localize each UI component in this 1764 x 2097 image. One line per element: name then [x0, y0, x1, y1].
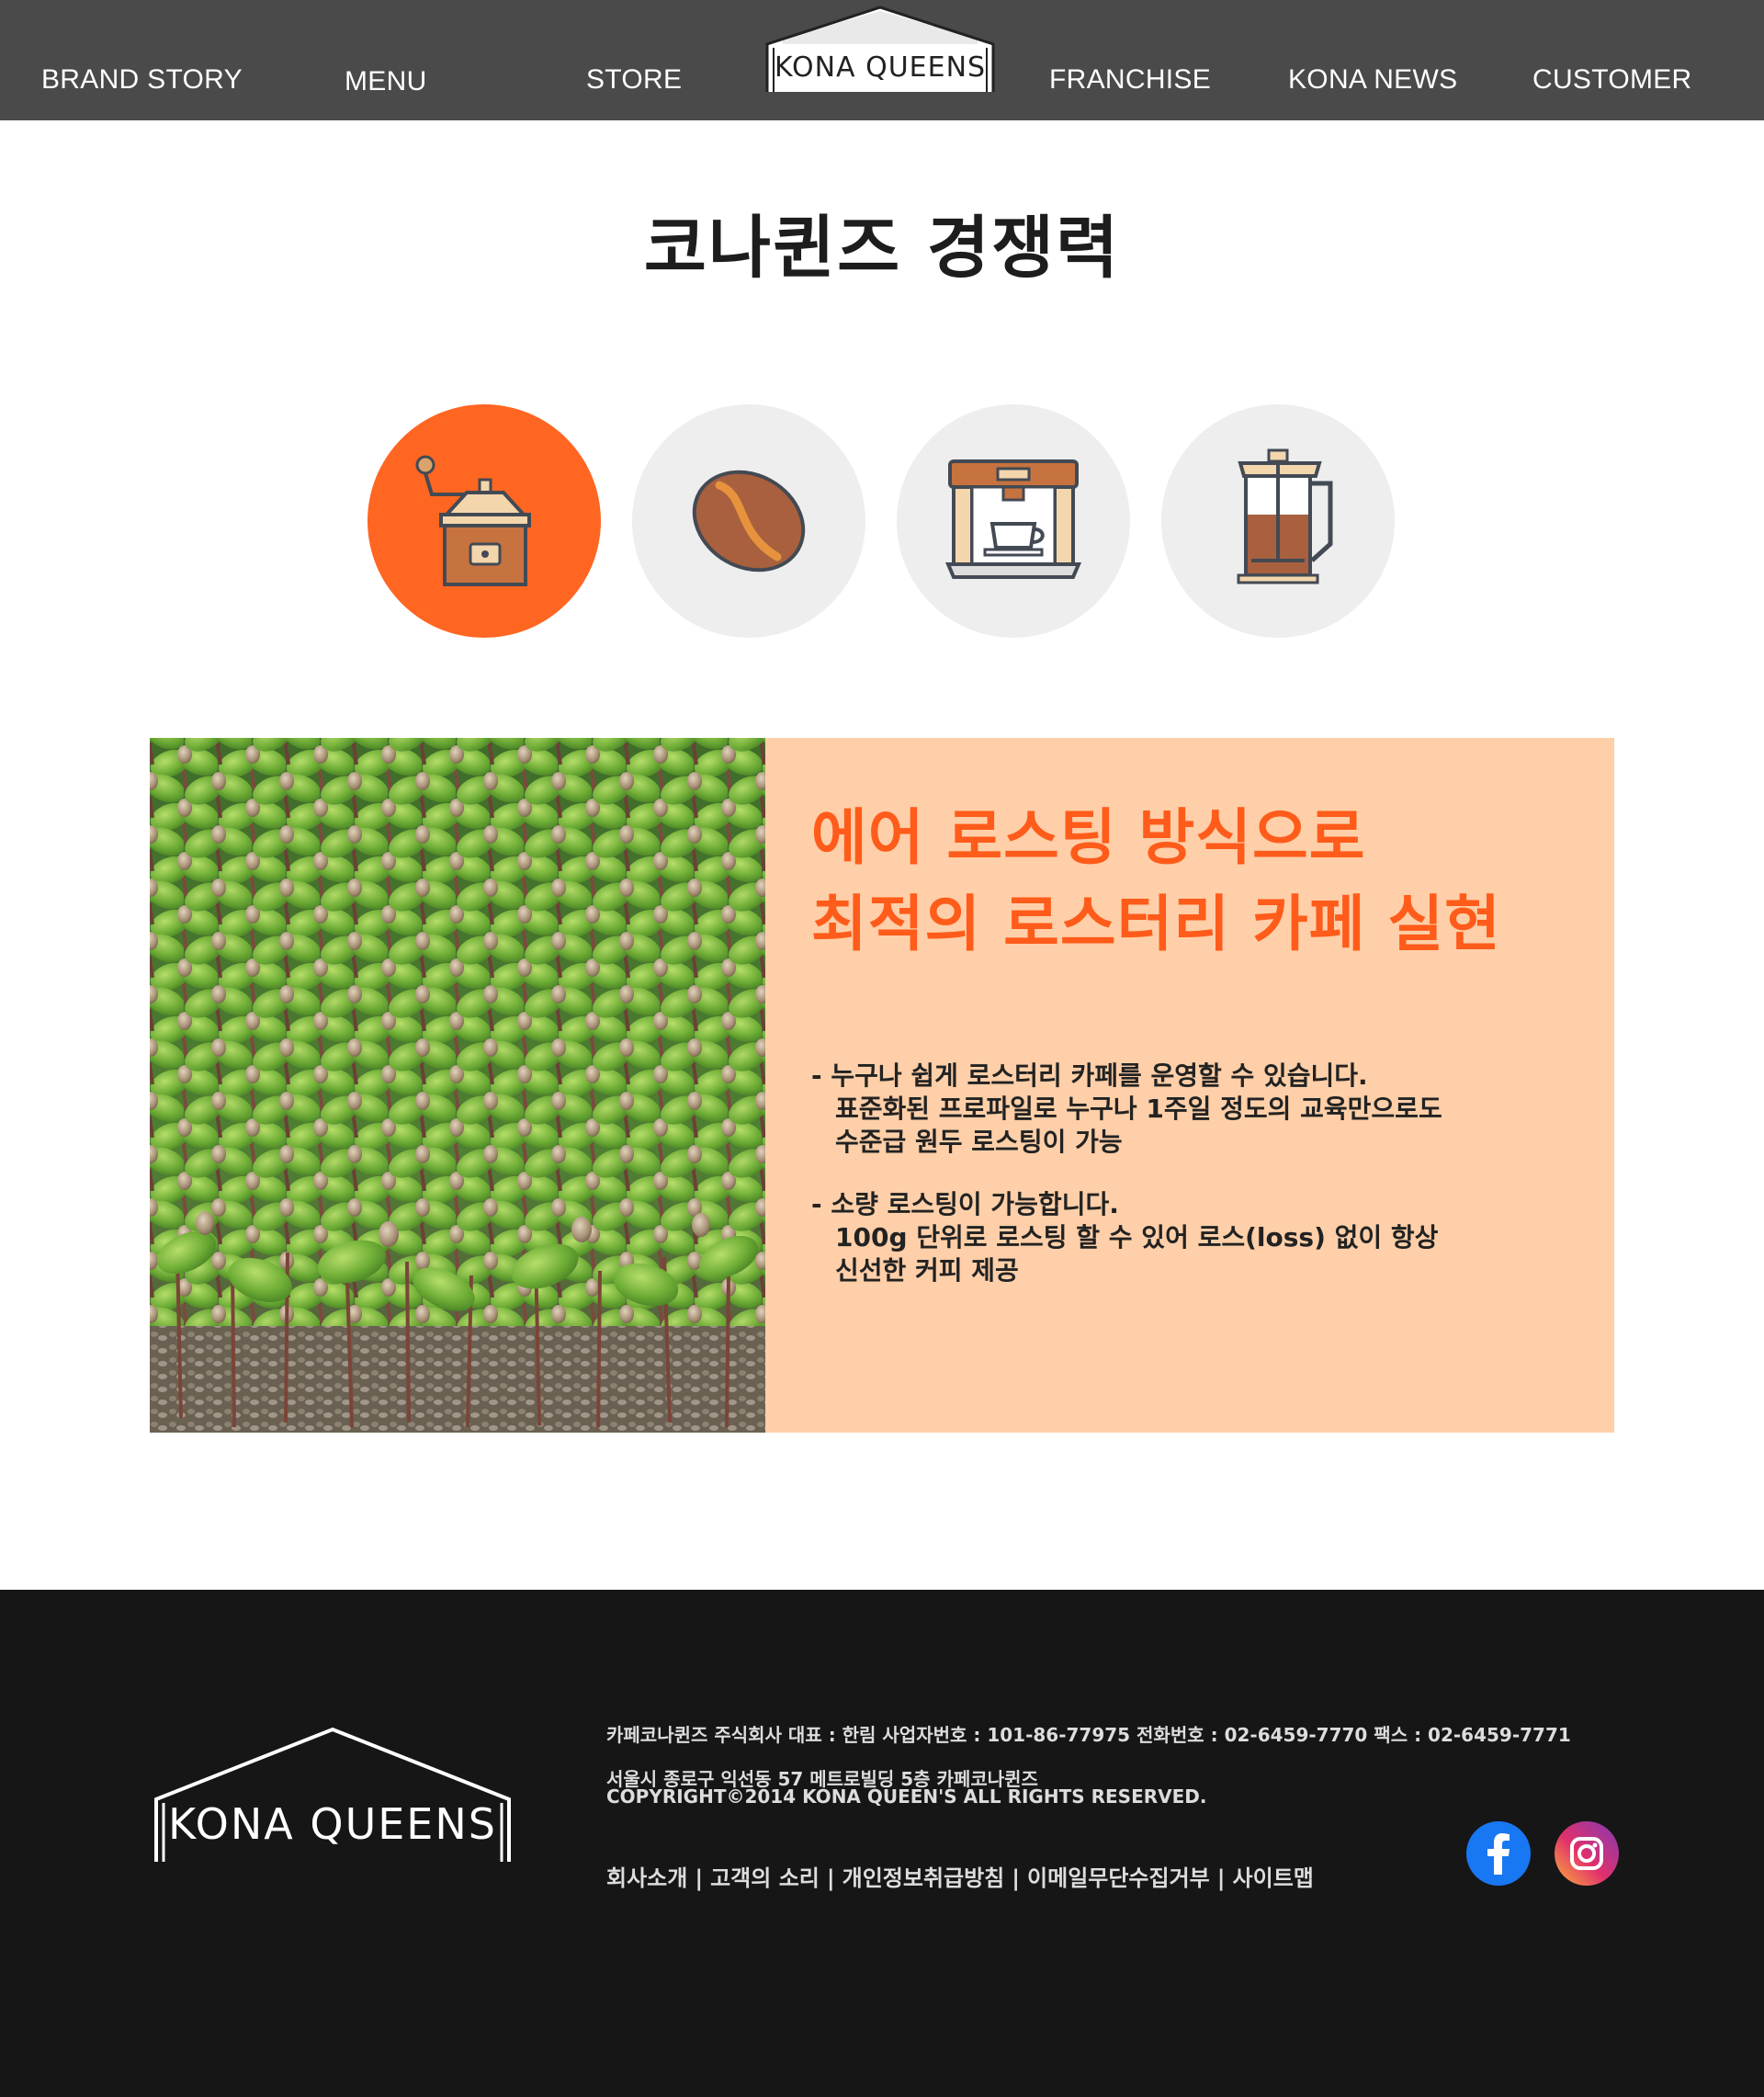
nav-item-franchise[interactable]: FRANCHISE: [1049, 64, 1211, 96]
nav-item-menu[interactable]: MENU: [345, 66, 427, 97]
bullet-1-line-2: 수준급 원두 로스팅이 가능: [835, 1127, 1123, 1157]
footer-logo[interactable]: KONA QUEENS: [153, 1726, 513, 1864]
tab-espresso-machine[interactable]: [897, 404, 1130, 638]
facebook-icon: [1466, 1821, 1531, 1886]
link-separator: |: [695, 1865, 704, 1891]
company-info: 카페코나퀸즈 주식회사 대표 : 한림 사업자번호 : 101-86-77975…: [606, 1724, 1571, 1746]
footer-logo-text: KONA QUEENS: [168, 1799, 497, 1849]
coffee-seedlings-photo: [150, 738, 765, 1433]
tab-french-press[interactable]: [1161, 404, 1395, 638]
footer-link-email-refusal[interactable]: 이메일무단수집거부: [1027, 1865, 1210, 1891]
coffee-grinder-icon: [415, 455, 531, 586]
bullet-1-heading: - 누구나 쉽게 로스터리 카페를 운영할 수 있습니다.: [811, 1060, 1368, 1091]
nav-logo-text: KONA QUEENS: [774, 51, 987, 84]
copyright-info: COPYRIGHT©2014 KONA QUEEN'S ALL RIGHTS R…: [606, 1785, 1207, 1808]
bullet-2-heading: - 소량 로스팅이 가능합니다.: [811, 1189, 1119, 1219]
bullet-2-line-2: 신선한 커피 제공: [835, 1255, 1019, 1286]
tab-coffee-bean[interactable]: [632, 404, 865, 638]
footer-link-sitemap[interactable]: 사이트맵: [1233, 1865, 1314, 1891]
coffee-seedlings-image: [150, 738, 765, 1433]
page-title: 코나퀸즈 경쟁력: [643, 209, 1121, 288]
footer-link-company[interactable]: 회사소개: [606, 1865, 687, 1891]
feature-bullet-2: - 소량 로스팅이 가능합니다. 100g 단위로 로스팅 할 수 있어 로스(…: [811, 1188, 1438, 1287]
nav-item-brand-story[interactable]: BRAND STORY: [41, 64, 243, 96]
coffee-bean-icon: [692, 470, 806, 572]
feature-headline: 에어 로스팅 방식으로 최적의 로스터리 카페 실현: [811, 795, 1501, 968]
footer-links: 회사소개 | 고객의 소리 | 개인정보취급방침 | 이메일무단수집거부 | 사이트맵: [606, 1860, 1314, 1892]
instagram-icon: [1555, 1821, 1619, 1886]
facebook-link[interactable]: [1466, 1821, 1531, 1886]
nav-item-customer[interactable]: CUSTOMER: [1532, 64, 1692, 96]
footer: KONA QUEENS 카페코나퀸즈 주식회사 대표 : 한림 사업자번호 : …: [0, 1590, 1764, 2097]
nav-item-store[interactable]: STORE: [586, 64, 682, 96]
footer-link-customer-voice[interactable]: 고객의 소리: [710, 1865, 820, 1891]
bullet-1-line-1: 표준화된 프로파일로 누구나 1주일 정도의 교육만으로도: [835, 1094, 1442, 1124]
french-press-icon: [1237, 448, 1333, 584]
link-separator: |: [1012, 1865, 1021, 1891]
tab-coffee-grinder[interactable]: [368, 404, 601, 638]
headline-line-1: 에어 로스팅 방식으로: [811, 802, 1366, 873]
nav-item-kona-news[interactable]: KONA NEWS: [1288, 64, 1457, 96]
top-navigation: BRAND STORY MENU STORE KONA QUEENS FRANC…: [0, 0, 1764, 120]
link-separator: |: [1216, 1865, 1226, 1891]
feature-panel: 에어 로스팅 방식으로 최적의 로스터리 카페 실현 - 누구나 쉽게 로스터리…: [765, 738, 1614, 1433]
nav-logo[interactable]: KONA QUEENS: [764, 6, 996, 97]
bullet-2-line-1: 100g 단위로 로스팅 할 수 있어 로스(loss) 없이 항상: [835, 1222, 1439, 1253]
footer-link-privacy[interactable]: 개인정보취급방침: [842, 1865, 1005, 1891]
link-separator: |: [826, 1865, 835, 1891]
espresso-machine-icon: [944, 459, 1082, 579]
feature-bullet-1: - 누구나 쉽게 로스터리 카페를 운영할 수 있습니다. 표준화된 프로파일로…: [811, 1060, 1442, 1159]
instagram-link[interactable]: [1555, 1821, 1619, 1886]
headline-line-2: 최적의 로스터리 카페 실현: [811, 889, 1501, 959]
